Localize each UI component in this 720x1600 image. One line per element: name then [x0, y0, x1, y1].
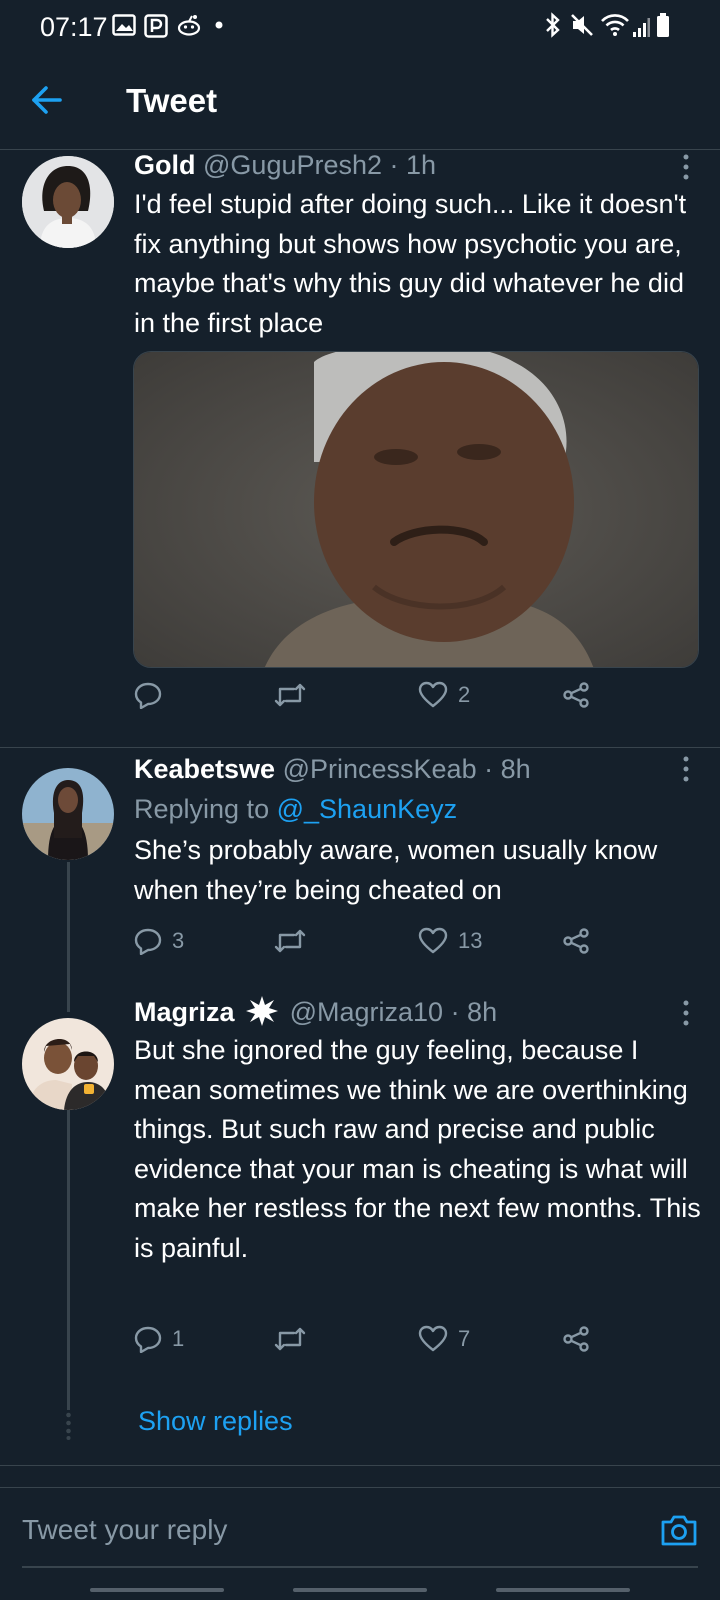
author-name[interactable]: Gold: [134, 150, 196, 180]
heart-icon: [418, 681, 448, 708]
tweet-text: I'd feel stupid after doing such... Like…: [134, 189, 687, 338]
retweet-button[interactable]: [274, 675, 316, 715]
tweet-time: · 1h: [389, 150, 437, 180]
mute-icon: [571, 14, 593, 36]
battery-icon: [657, 13, 669, 37]
like-button[interactable]: 7: [418, 1319, 470, 1359]
reply-count: 3: [172, 928, 185, 953]
reply-composer: Tweet your reply: [0, 1487, 720, 1600]
like-count: 2: [458, 682, 471, 707]
tweet-time: · 8h: [450, 997, 498, 1027]
top-app-bar: Tweet: [0, 52, 720, 150]
tweet-gold[interactable]: Gold @GuguPresh2 · 1h I'd feel stupid af…: [0, 150, 720, 747]
author-name[interactable]: Magriza: [134, 997, 235, 1027]
retweet-icon: [274, 1327, 306, 1351]
system-nav-handle[interactable]: [496, 1588, 630, 1592]
wifi-icon: [601, 14, 629, 36]
tweet-media-image[interactable]: [133, 351, 699, 668]
heart-icon: [418, 927, 448, 954]
more-vertical-icon[interactable]: [676, 998, 696, 1028]
tweet-magriza[interactable]: Magriza @Magriza10 · 8h But she ignored …: [0, 996, 720, 1430]
reply-icon: [134, 1326, 162, 1353]
starburst-emoji-icon: [246, 996, 279, 1026]
retweet-icon: [274, 929, 306, 953]
heart-icon: [418, 1325, 448, 1352]
system-nav-handle[interactable]: [293, 1588, 427, 1592]
mention-link[interactable]: @_ShaunKeyz: [277, 794, 458, 824]
replying-to-label: Replying to: [134, 794, 270, 824]
share-button[interactable]: [562, 921, 590, 961]
tweet-actions: 1 7: [134, 1319, 694, 1359]
author-handle[interactable]: @Magriza10: [290, 997, 443, 1027]
reply-count: 1: [172, 1326, 185, 1351]
system-nav-handle[interactable]: [90, 1588, 224, 1592]
status-bar: 07:17: [0, 0, 720, 52]
arrow-left-icon[interactable]: [30, 83, 64, 117]
like-button[interactable]: 13: [418, 921, 482, 961]
share-button[interactable]: [562, 1319, 590, 1359]
tweet-text: She’s probably aware, women usually know…: [134, 835, 658, 905]
avatar[interactable]: [22, 156, 114, 248]
tweet-actions: 3 13: [134, 921, 694, 961]
input-underline: [22, 1566, 698, 1568]
more-vertical-icon[interactable]: [676, 754, 696, 784]
like-button[interactable]: 2: [418, 675, 470, 715]
share-button[interactable]: [562, 675, 590, 715]
show-replies-link[interactable]: Show replies: [138, 1406, 293, 1437]
author-name[interactable]: Keabetswe: [134, 754, 275, 784]
gallery-icon: [112, 14, 136, 36]
tweet-text: But she ignored the guy feeling, because…: [134, 1035, 701, 1263]
like-count: 13: [458, 928, 483, 953]
dot-icon: [215, 21, 223, 29]
retweet-button[interactable]: [274, 1319, 316, 1359]
more-vertical-icon[interactable]: [676, 152, 696, 182]
bluetooth-icon: [546, 12, 560, 38]
reply-button[interactable]: 1: [134, 1319, 184, 1359]
tweet-actions: 2: [134, 675, 694, 715]
reply-input[interactable]: Tweet your reply: [22, 1514, 227, 1546]
reddit-icon: [177, 15, 201, 36]
share-icon: [563, 928, 589, 954]
avatar[interactable]: [22, 768, 114, 860]
reply-button[interactable]: 3: [134, 921, 184, 961]
avatar[interactable]: [22, 1018, 114, 1110]
camera-icon[interactable]: [660, 1512, 698, 1548]
p-app-icon: [144, 14, 168, 38]
author-handle[interactable]: @GuguPresh2: [203, 150, 382, 180]
tweet-header: Gold @GuguPresh2 · 1h: [134, 150, 436, 181]
tweet-header: Magriza @Magriza10 · 8h: [134, 996, 497, 1028]
divider: [0, 747, 720, 748]
divider: [0, 1465, 720, 1466]
share-icon: [563, 682, 589, 708]
replying-to: Replying to @_ShaunKeyz: [134, 794, 457, 825]
share-icon: [563, 1326, 589, 1352]
retweet-icon: [274, 683, 306, 707]
tweet-header: Keabetswe @PrincessKeab · 8h: [134, 754, 531, 785]
reply-button[interactable]: [134, 675, 172, 715]
signal-icon: [633, 18, 650, 37]
tweet-time: · 8h: [484, 754, 531, 784]
status-time: 07:17: [40, 12, 108, 42]
like-count: 7: [458, 1326, 471, 1351]
author-handle[interactable]: @PrincessKeab: [283, 754, 477, 784]
tweet-keabetswe[interactable]: Keabetswe @PrincessKeab · 8h Replying to…: [0, 754, 720, 1010]
reply-icon: [134, 928, 162, 955]
page-title: Tweet: [126, 82, 218, 119]
retweet-button[interactable]: [274, 921, 316, 961]
reply-icon: [134, 682, 162, 709]
